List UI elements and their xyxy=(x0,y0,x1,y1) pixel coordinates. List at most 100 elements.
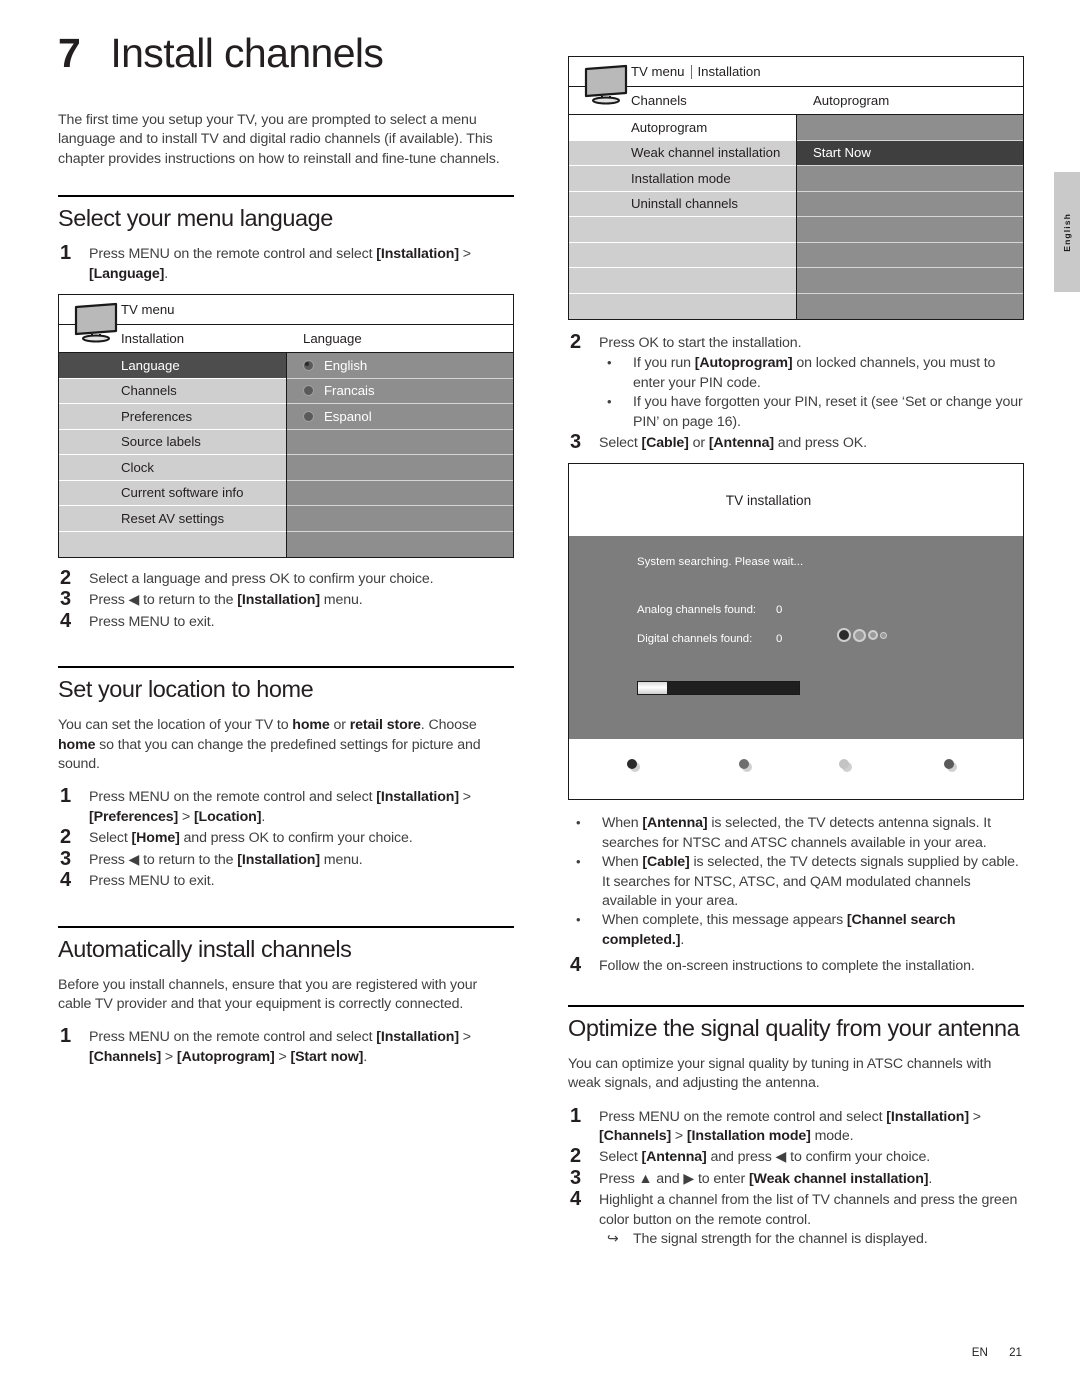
tv-installation-dialog-screenshot: TV installation System searching. Please… xyxy=(568,463,1024,801)
autoprogram-option-blank xyxy=(797,166,1023,192)
bullet-item: When [Antenna] is selected, the TV detec… xyxy=(568,813,1024,853)
right-column: TV menu Installation Channels Autoprogra… xyxy=(568,56,1024,1251)
menu-item-blank xyxy=(59,531,286,558)
step-item: 2 Select a language and press OK to conf… xyxy=(58,568,514,589)
menu-item-preferences[interactable]: Preferences xyxy=(59,404,286,430)
steps-optimize-signal: 1 Press MENU on the remote control and s… xyxy=(568,1104,1024,1250)
autoprogram-option-start-now[interactable]: Start Now xyxy=(797,140,1023,166)
step-number: 1 xyxy=(60,1025,72,1048)
menu-item-reset-av-settings[interactable]: Reset AV settings xyxy=(59,506,286,532)
autoprogram-option-blank xyxy=(797,293,1023,319)
breadcrumb-root: TV menu xyxy=(121,302,175,318)
autoprogram-option-blank xyxy=(797,217,1023,243)
menu-item-clock[interactable]: Clock xyxy=(59,455,286,481)
tv-menu-body: Language Channels Preferences Source lab… xyxy=(59,353,513,558)
language-option-blank xyxy=(287,429,513,456)
menu-item-weak-channel-installation[interactable]: Weak channel installation xyxy=(569,140,796,166)
column-header-right: Autoprogram xyxy=(813,93,890,108)
color-button-blue[interactable] xyxy=(944,759,957,773)
section-optimize-signal: Optimize the signal quality from your an… xyxy=(568,1004,1024,1250)
section-body-optimize-signal: You can optimize your signal quality by … xyxy=(568,1055,992,1092)
status-message: System searching. Please wait... xyxy=(637,556,804,569)
language-option-blank xyxy=(287,506,513,532)
step-text: Press OK to start the installation. xyxy=(599,335,802,351)
steps-auto-install-part3: 4 Follow the on-screen instructions to c… xyxy=(568,955,1024,976)
steps-auto-install-part2: 2 Press OK to start the installation. If… xyxy=(568,332,1024,454)
menu-item-source-labels[interactable]: Source labels xyxy=(59,429,286,456)
menu-item-blank xyxy=(569,293,796,319)
spinner-dot xyxy=(853,628,866,642)
manual-page: 7 Install channels The first time you se… xyxy=(0,0,1080,1397)
menu-item-current-software-info[interactable]: Current software info xyxy=(59,480,286,507)
section-divider xyxy=(568,1004,1024,1007)
step-text: Select [Home] and press OK to confirm yo… xyxy=(89,830,413,847)
radio-button-icon[interactable] xyxy=(303,385,314,397)
step-number: 1 xyxy=(60,242,72,265)
radio-button-icon[interactable] xyxy=(303,359,314,371)
tv-menu-body: Autoprogram Weak channel installation In… xyxy=(569,115,1023,319)
result-item: The signal strength for the channel is d… xyxy=(599,1229,1024,1249)
step-number: 4 xyxy=(60,869,72,892)
step-item: 1 Press MENU on the remote control and s… xyxy=(58,242,514,284)
step-item: 4 Press MENU to exit. xyxy=(58,610,514,632)
language-option-espanol[interactable]: Espanol xyxy=(287,404,513,430)
section-auto-install: Automatically install channels Before yo… xyxy=(58,925,514,1068)
steps-location-home: 1 Press MENU on the remote control and s… xyxy=(58,785,514,892)
language-option-francais[interactable]: Francais xyxy=(287,378,513,405)
language-option-english[interactable]: English xyxy=(287,353,513,379)
step-text: Press MENU to exit. xyxy=(89,873,215,890)
menu-item-channels[interactable]: Channels xyxy=(59,378,286,405)
footer-page-number: 21 xyxy=(1009,1346,1022,1359)
spinner-dot xyxy=(880,631,887,639)
step-item: 3 Press ▲ and ▶ to enter [Weak channel i… xyxy=(568,1167,1024,1189)
section-divider xyxy=(58,666,514,669)
page-footer: EN 21 xyxy=(972,1346,1022,1359)
step-number: 1 xyxy=(60,785,72,808)
step-text: Follow the on-screen instructions to com… xyxy=(599,958,975,975)
breadcrumb: TV menu xyxy=(121,302,175,317)
breadcrumb-separator xyxy=(690,64,692,79)
step-item: 3 Press ◀ to return to the [Installation… xyxy=(58,848,514,870)
step4-result-list: The signal strength for the channel is d… xyxy=(599,1229,1024,1249)
tv-menu-column-headers: Installation Language xyxy=(59,325,513,354)
step-text: Press ◀ to return to the [Installation] … xyxy=(89,592,363,609)
section-title-optimize-signal: Optimize the signal quality from your an… xyxy=(568,1014,1020,1041)
chapter-heading: 7 Install channels xyxy=(58,30,514,77)
language-option-blank xyxy=(287,480,513,507)
autoprogram-option-blank xyxy=(797,268,1023,294)
breadcrumb-root: TV menu xyxy=(631,64,685,79)
autoprogram-option-blank xyxy=(797,242,1023,268)
breadcrumb-current: Installation xyxy=(697,64,761,79)
analog-label: Analog channels found: xyxy=(637,604,757,617)
language-option-blank xyxy=(287,531,513,558)
step-item: 2 Press OK to start the installation. If… xyxy=(568,332,1024,432)
color-button-yellow[interactable] xyxy=(839,759,852,773)
step-text: Press MENU on the remote control and sel… xyxy=(89,789,471,825)
section-divider xyxy=(58,925,514,928)
step-number: 3 xyxy=(570,431,582,454)
step-item: 2 Select [Antenna] and press ◀ to confir… xyxy=(568,1145,1024,1168)
menu-item-installation-mode[interactable]: Installation mode xyxy=(569,166,796,192)
dialog-title: TV installation xyxy=(725,492,812,508)
analog-channels-found: Analog channels found: 0 xyxy=(637,604,782,617)
menu-item-language[interactable]: Language xyxy=(59,353,286,379)
language-option-blank xyxy=(287,455,513,481)
step-number: 1 xyxy=(570,1104,582,1127)
tv-menu-language-screenshot: TV menu Installation Language Language C… xyxy=(58,294,514,559)
color-button-red[interactable] xyxy=(627,759,640,773)
breadcrumb: TV menu Installation xyxy=(631,64,761,79)
radio-button-icon[interactable] xyxy=(303,410,314,422)
intro-paragraph: The first time you setup your TV, you ar… xyxy=(58,112,500,167)
menu-item-blank xyxy=(569,217,796,243)
chapter-number: 7 xyxy=(58,30,81,76)
analog-value: 0 xyxy=(776,604,783,617)
color-button-green[interactable] xyxy=(739,759,752,773)
step-text: Press ▲ and ▶ to enter [Weak channel ins… xyxy=(599,1170,933,1187)
step-item: 3 Press ◀ to return to the [Installation… xyxy=(58,589,514,610)
menu-item-uninstall-channels[interactable]: Uninstall channels xyxy=(569,191,796,217)
menu-item-autoprogram[interactable]: Autoprogram xyxy=(569,115,796,141)
step-number: 2 xyxy=(570,1145,582,1168)
menu-item-blank xyxy=(569,242,796,268)
tv-menu-right-list: English Francais Espanol xyxy=(287,353,513,558)
step-text: Highlight a channel from the list of TV … xyxy=(599,1192,1018,1228)
